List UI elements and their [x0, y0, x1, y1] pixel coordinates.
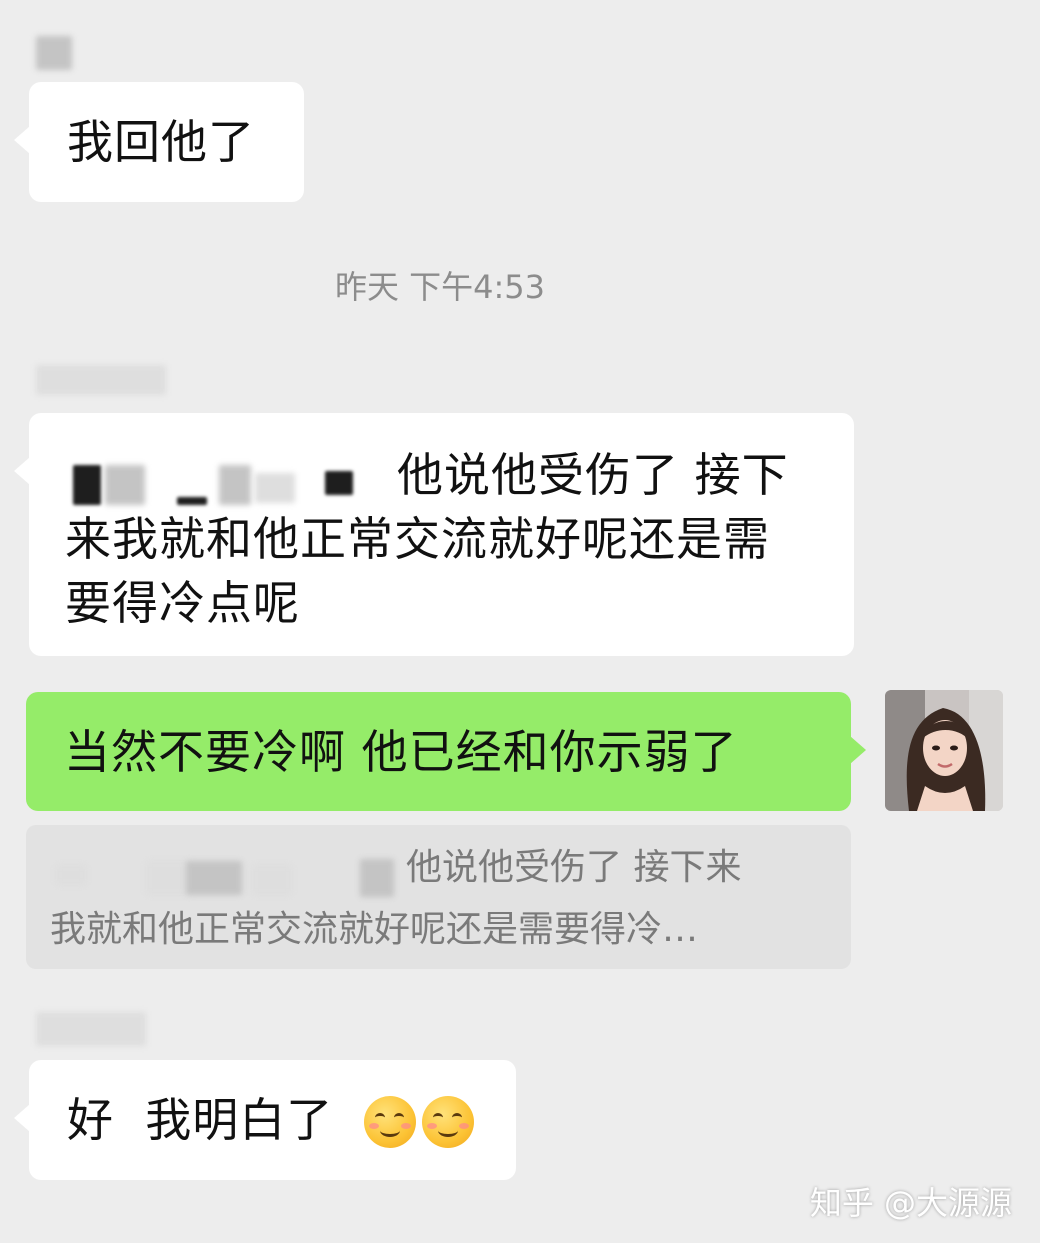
smiling-face-icon [422, 1096, 474, 1148]
sender-name-redacted [36, 36, 72, 70]
bubble-tail [14, 1104, 30, 1132]
redacted-text [56, 865, 86, 885]
redacted-text [186, 861, 242, 895]
redacted-text [73, 465, 101, 505]
smiling-face-icon [364, 1096, 416, 1148]
quoted-message[interactable]: 他说他受伤了 接下来 我就和他正常交流就好呢还是需要得冷… [26, 825, 851, 969]
redacted-text [360, 859, 394, 897]
bubble-tail [14, 126, 30, 154]
sender-name-redacted [36, 1012, 146, 1046]
redacted-text [255, 473, 295, 503]
redacted-text [252, 865, 292, 895]
quoted-text-line2: 我就和他正常交流就好呢还是需要得冷… [50, 909, 699, 950]
message-text-line3: 要得冷点呢 [65, 576, 300, 630]
avatar-image [885, 690, 1003, 811]
redacted-text [219, 465, 251, 505]
message-text-line2: 来我就和他正常交流就好呢还是需 [65, 512, 770, 566]
redacted-text [177, 497, 207, 505]
message-bubble-outgoing[interactable]: 当然不要冷啊 他已经和你示弱了 [26, 692, 866, 811]
user-avatar-photo[interactable] [885, 690, 1003, 811]
sender-name-redacted [36, 365, 166, 395]
message-text: 好 我明白了 [67, 1093, 334, 1147]
bubble-tail [850, 736, 866, 764]
bubble-tail [14, 457, 30, 485]
redacted-text [105, 465, 145, 505]
message-text: 我回他了 [67, 115, 255, 169]
message-bubble-incoming[interactable]: 他说他受伤了 接下 来我就和他正常交流就好呢还是需 要得冷点呢 [14, 413, 854, 656]
message-text: 当然不要冷啊 他已经和你示弱了 [64, 725, 738, 779]
message-bubble-incoming[interactable]: 好 我明白了 [14, 1060, 516, 1180]
message-text-line1: 他说他受伤了 接下 [397, 448, 789, 502]
redacted-text [325, 471, 353, 495]
watermark: 知乎 @大源源 [809, 1184, 1012, 1222]
chat-timestamp: 昨天 下午4:53 [334, 268, 546, 306]
quoted-text-line1: 他说他受伤了 接下来 [406, 847, 742, 888]
message-bubble-incoming[interactable]: 我回他了 [14, 82, 304, 202]
